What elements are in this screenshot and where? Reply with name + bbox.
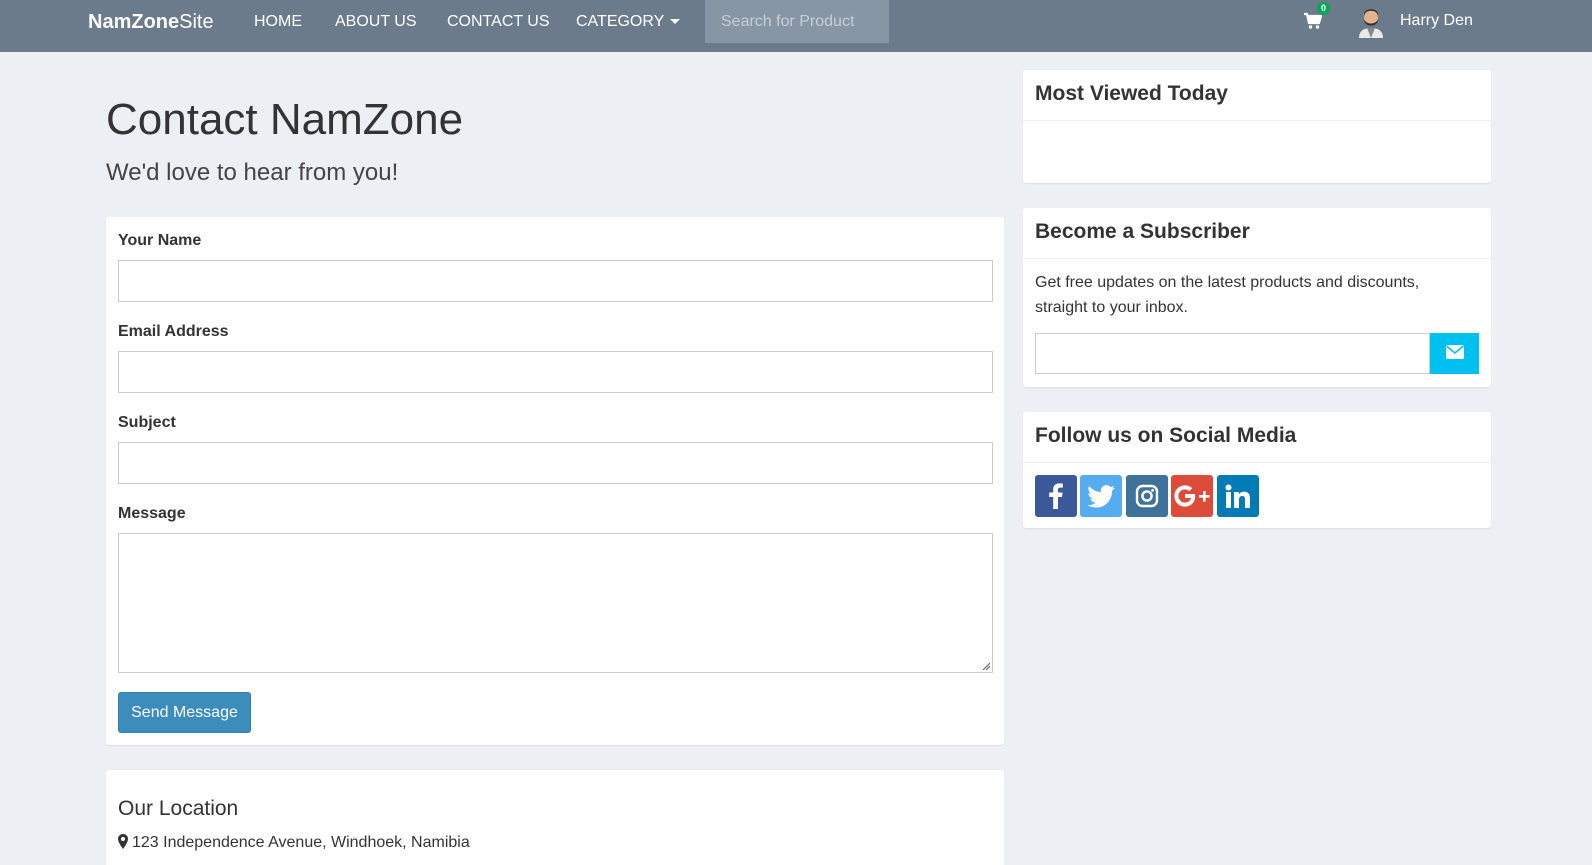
facebook-button[interactable] bbox=[1035, 475, 1077, 517]
contact-form-card: Your Name Email Address Subject Message … bbox=[106, 217, 1004, 745]
subscriber-card: Become a Subscriber Get free updates on … bbox=[1023, 208, 1491, 387]
most-viewed-card: Most Viewed Today bbox=[1023, 70, 1491, 183]
send-message-button[interactable]: Send Message bbox=[118, 692, 251, 733]
subscriber-title: Become a Subscriber bbox=[1035, 220, 1250, 243]
most-viewed-header: Most Viewed Today bbox=[1023, 70, 1491, 121]
subscribe-button[interactable] bbox=[1430, 333, 1479, 374]
twitter-button[interactable] bbox=[1080, 475, 1122, 517]
name-input[interactable] bbox=[118, 260, 993, 302]
brand-light: Site bbox=[179, 11, 214, 33]
nav-contact-us[interactable]: CONTACT US bbox=[447, 12, 550, 32]
caret-down-icon bbox=[670, 19, 681, 25]
page-title: Contact NamZone bbox=[106, 95, 464, 144]
linkedin-icon bbox=[1225, 484, 1250, 508]
envelope-icon bbox=[1445, 345, 1464, 359]
twitter-icon bbox=[1087, 484, 1115, 508]
google-plus-button[interactable] bbox=[1171, 475, 1213, 517]
linkedin-button[interactable] bbox=[1217, 475, 1259, 517]
cart-count-badge: 0 bbox=[1317, 2, 1330, 15]
facebook-icon bbox=[1049, 483, 1063, 509]
instagram-icon bbox=[1135, 484, 1159, 508]
name-label: Your Name bbox=[118, 232, 202, 249]
nav-about-us[interactable]: ABOUT US bbox=[335, 12, 417, 32]
location-title: Our Location bbox=[118, 797, 239, 820]
google-plus-icon bbox=[1174, 485, 1210, 507]
subject-input[interactable] bbox=[118, 442, 993, 484]
location-card: Our Location 123 Independence Avenue, Wi… bbox=[106, 770, 1004, 865]
location-address-row: 123 Independence Avenue, Windhoek, Namib… bbox=[118, 833, 470, 853]
user-avatar[interactable] bbox=[1357, 6, 1385, 38]
subscriber-description: Get free updates on the latest products … bbox=[1035, 274, 1420, 316]
nav-category-label: CATEGORY bbox=[576, 13, 665, 30]
user-name[interactable]: Harry Den bbox=[1400, 11, 1473, 31]
resize-grip-icon[interactable] bbox=[982, 662, 990, 670]
location-address: 123 Independence Avenue, Windhoek, Namib… bbox=[132, 834, 470, 851]
brand-logo[interactable]: NamZoneSite bbox=[88, 10, 214, 34]
social-media-header: Follow us on Social Media bbox=[1023, 412, 1491, 463]
email-label: Email Address bbox=[118, 323, 229, 340]
product-search-input[interactable] bbox=[705, 0, 889, 43]
email-input[interactable] bbox=[118, 351, 993, 393]
social-media-title: Follow us on Social Media bbox=[1035, 424, 1297, 447]
nav-home[interactable]: HOME bbox=[254, 12, 302, 32]
top-navbar: NamZoneSite HOME ABOUT US CONTACT US CAT… bbox=[0, 0, 1592, 52]
social-media-card: Follow us on Social Media bbox=[1023, 412, 1491, 528]
message-textarea[interactable] bbox=[118, 533, 993, 673]
message-label: Message bbox=[118, 505, 186, 522]
most-viewed-title: Most Viewed Today bbox=[1035, 82, 1228, 105]
subject-label: Subject bbox=[118, 414, 176, 431]
map-marker-icon bbox=[118, 834, 128, 849]
subscriber-header: Become a Subscriber bbox=[1023, 208, 1491, 259]
subscriber-email-input[interactable] bbox=[1035, 333, 1430, 374]
page-subtitle: We'd love to hear from you! bbox=[106, 159, 399, 186]
nav-category-dropdown[interactable]: CATEGORY bbox=[576, 12, 681, 32]
instagram-button[interactable] bbox=[1126, 475, 1168, 517]
brand-bold: NamZone bbox=[88, 11, 180, 33]
